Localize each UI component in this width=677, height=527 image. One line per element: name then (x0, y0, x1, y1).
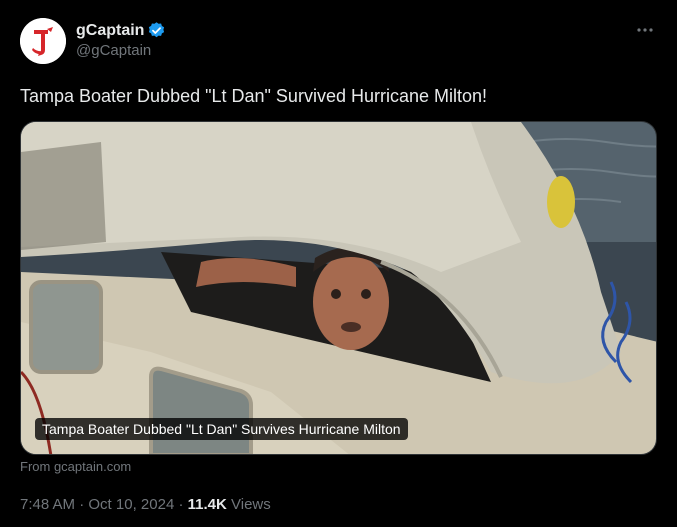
tweet-header: gCaptain @gCaptain (20, 18, 657, 66)
meta-separator: · (75, 496, 89, 513)
author-names: gCaptain @gCaptain (76, 20, 166, 59)
link-source[interactable]: From gcaptain.com (20, 459, 131, 474)
tweet: gCaptain @gCaptain Tampa Boater Dubbed "… (0, 0, 677, 527)
gcaptain-logo-icon (20, 18, 66, 64)
tweet-time[interactable]: 7:48 AM (20, 496, 75, 513)
tweet-date[interactable]: Oct 10, 2024 (88, 496, 174, 513)
media-card[interactable]: Tampa Boater Dubbed "Lt Dan" Survives Hu… (20, 121, 657, 455)
tweet-text: Tampa Boater Dubbed "Lt Dan" Survived Hu… (20, 86, 488, 106)
tweet-meta: 7:48 AM · Oct 10, 2024 · 11.4K Views (20, 496, 271, 513)
author-handle[interactable]: @gCaptain (76, 42, 166, 59)
author-name[interactable]: gCaptain (76, 22, 144, 40)
meta-separator: · (174, 496, 188, 513)
verified-badge-icon (149, 22, 165, 38)
views-label: Views (226, 496, 271, 513)
more-horizontal-icon (637, 28, 653, 32)
avatar[interactable] (20, 18, 66, 64)
more-options-button[interactable] (633, 20, 657, 40)
views-count: 11.4K (187, 496, 227, 513)
media-caption: Tampa Boater Dubbed "Lt Dan" Survives Hu… (35, 418, 408, 440)
video-thumbnail (21, 122, 656, 454)
